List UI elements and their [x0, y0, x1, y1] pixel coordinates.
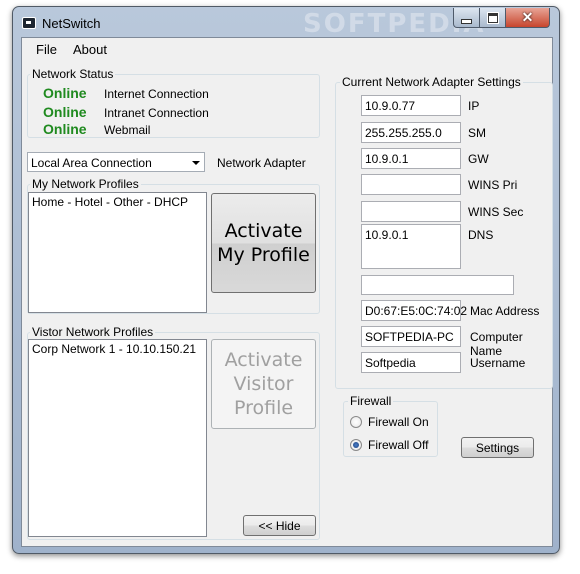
dns-field[interactable]: 10.9.0.1 — [361, 224, 461, 269]
firewall-off-radio[interactable] — [350, 439, 362, 451]
firewall-on-label[interactable]: Firewall On — [368, 415, 429, 429]
gateway-field[interactable]: 10.9.0.1 — [361, 148, 461, 169]
gateway-value: 10.9.0.1 — [365, 152, 409, 166]
menu-about[interactable]: About — [73, 42, 107, 57]
extra-field[interactable] — [361, 275, 514, 295]
network-status-group: Network Status Online Internet Connectio… — [27, 67, 320, 138]
adapter-settings-label: Current Network Adapter Settings — [340, 75, 523, 89]
maximize-button[interactable] — [479, 8, 506, 28]
minimize-icon — [461, 18, 472, 24]
activate-visitor-line3: Profile — [233, 397, 294, 419]
adapter-label: Network Adapter — [217, 156, 306, 170]
chevron-down-icon — [192, 161, 200, 165]
status-internet: Online — [43, 85, 87, 101]
firewall-settings-button[interactable]: Settings — [461, 437, 534, 458]
activate-my-profile-line1: Activate — [224, 220, 303, 242]
window-title: NetSwitch — [42, 16, 101, 31]
mac-address-field[interactable]: D0:67:E5:0C:74:02 — [361, 300, 467, 321]
username-label: Username — [470, 356, 526, 370]
wins-pri-field[interactable] — [361, 174, 461, 195]
visitor-profiles-list[interactable]: Corp Network 1 - 10.10.150.21 — [28, 339, 207, 537]
subnet-mask-label: SM — [468, 126, 486, 140]
activate-visitor-profile-button[interactable]: Activate Visitor Profile — [211, 339, 316, 429]
status-intranet-label: Intranet Connection — [104, 106, 209, 120]
dns-value: 10.9.0.1 — [365, 228, 409, 242]
maximize-icon — [487, 12, 498, 23]
computer-name-value: SOFTPEDIA-PC — [365, 330, 454, 344]
list-item[interactable]: Home - Hotel - Other - DHCP — [32, 195, 188, 209]
client-area: File About Network Status Online Interne… — [21, 37, 553, 547]
list-item[interactable]: Corp Network 1 - 10.10.150.21 — [32, 342, 196, 356]
mac-address-value: D0:67:E5:0C:74:02 — [365, 304, 468, 318]
wins-sec-label: WINS Sec — [468, 205, 524, 219]
activate-my-profile-button[interactable]: Activate My Profile — [211, 193, 316, 293]
status-intranet: Online — [43, 104, 87, 120]
firewall-label: Firewall — [348, 394, 394, 408]
my-profiles-list[interactable]: Home - Hotel - Other - DHCP — [28, 192, 207, 313]
adapter-select[interactable]: Local Area Connection — [27, 152, 205, 172]
ip-label: IP — [468, 99, 480, 113]
computer-name-label: Computer Name — [470, 330, 523, 358]
computer-name-field[interactable]: SOFTPEDIA-PC — [361, 326, 461, 347]
close-icon: ✕ — [521, 9, 534, 25]
status-webmail-label: Webmail — [104, 123, 151, 137]
minimize-button[interactable] — [453, 8, 480, 28]
dns-label: DNS — [468, 228, 494, 242]
title-bar[interactable]: NetSwitch SOFTPEDIA ✕ — [13, 7, 559, 39]
wins-pri-label: WINS Pri — [468, 178, 518, 192]
close-button[interactable]: ✕ — [505, 8, 550, 28]
hide-button[interactable]: << Hide — [243, 515, 316, 536]
wins-sec-field[interactable] — [361, 201, 461, 222]
visitor-profiles-label: Vistor Network Profiles — [30, 325, 156, 339]
ip-field[interactable]: 10.9.0.77 — [361, 95, 461, 116]
activate-my-profile-line2: My Profile — [217, 244, 310, 266]
mac-address-label: Mac Address — [470, 304, 540, 318]
app-window: NetSwitch SOFTPEDIA ✕ File About Network… — [12, 6, 560, 554]
status-webmail: Online — [43, 121, 87, 137]
app-icon[interactable] — [22, 17, 36, 29]
subnet-mask-field[interactable]: 255.255.255.0 — [361, 122, 461, 143]
ip-value: 10.9.0.77 — [365, 99, 416, 113]
subnet-mask-value: 255.255.255.0 — [365, 126, 442, 140]
firewall-on-radio[interactable] — [350, 416, 362, 428]
activate-visitor-line2: Visitor — [233, 373, 294, 395]
network-status-label: Network Status — [30, 67, 116, 81]
firewall-group: Firewall Firewall On Firewall Off — [343, 394, 438, 457]
firewall-off-label[interactable]: Firewall Off — [368, 438, 428, 452]
my-profiles-label: My Network Profiles — [30, 177, 141, 191]
username-field[interactable]: Softpedia — [361, 352, 461, 373]
adapter-select-value: Local Area Connection — [31, 156, 152, 170]
activate-visitor-line1: Activate — [224, 349, 303, 371]
menu-file[interactable]: File — [36, 42, 57, 57]
status-internet-label: Internet Connection — [104, 87, 209, 101]
menu-bar: File About — [22, 38, 552, 60]
username-value: Softpedia — [365, 356, 416, 370]
gateway-label: GW — [468, 152, 489, 166]
